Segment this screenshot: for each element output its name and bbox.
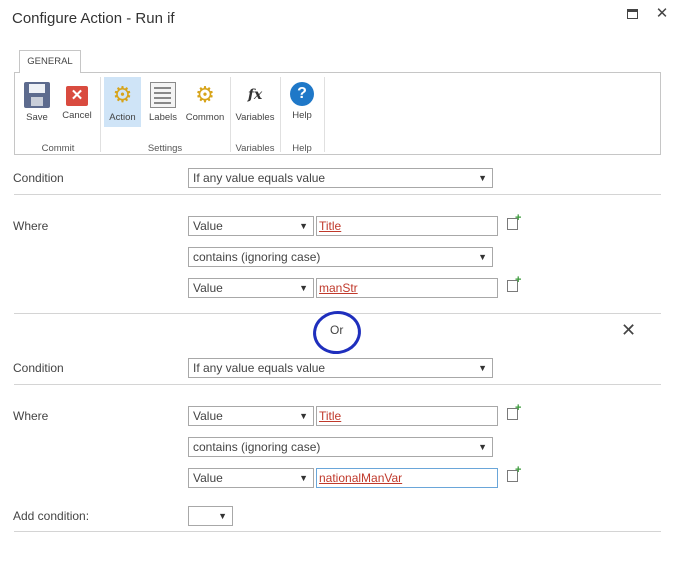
group-divider — [280, 77, 281, 152]
help-button[interactable]: ? Help — [285, 77, 319, 127]
save-icon — [24, 82, 50, 108]
gear-icon: ⚙ — [112, 82, 133, 107]
left-value-input[interactable]: Title — [316, 406, 498, 426]
condition-select-value: If any value equals value — [193, 171, 326, 185]
fx-icon: fx — [247, 87, 263, 103]
ribbon: Save ✕ Cancel Commit ⚙ Action Labels ⚙ C… — [14, 72, 661, 155]
right-value-input[interactable]: manStr — [316, 278, 498, 298]
or-joiner: Or — [330, 323, 344, 337]
group-divider — [100, 77, 101, 152]
condition-label: Condition — [13, 171, 64, 185]
where-label: Where — [13, 409, 49, 423]
left-type-select[interactable]: Value ▼ — [188, 406, 314, 426]
left-value-text: Title — [319, 409, 342, 423]
right-value-input[interactable]: nationalManVar — [316, 468, 498, 488]
labels-button[interactable]: Labels — [145, 77, 181, 127]
action-button[interactable]: ⚙ Action — [104, 77, 141, 127]
insert-reference-icon[interactable] — [507, 212, 521, 230]
chevron-down-icon: ▼ — [478, 252, 487, 262]
group-label-settings: Settings — [147, 143, 183, 154]
cancel-button[interactable]: ✕ Cancel — [59, 77, 95, 127]
operator-select[interactable]: contains (ignoring case) ▼ — [188, 437, 493, 457]
save-button[interactable]: Save — [19, 77, 55, 127]
help-icon: ? — [290, 82, 314, 106]
insert-reference-icon[interactable] — [507, 464, 521, 482]
cancel-label: Cancel — [62, 110, 92, 121]
tab-general[interactable]: GENERAL — [19, 50, 81, 73]
common-label: Common — [185, 112, 225, 123]
insert-reference-icon[interactable] — [507, 274, 521, 292]
where-label: Where — [13, 219, 49, 233]
group-label-variables: Variables — [235, 143, 275, 154]
divider — [14, 531, 661, 532]
condition-select-value: If any value equals value — [193, 361, 326, 375]
dialog-title: Configure Action - Run if — [12, 10, 175, 27]
chevron-down-icon: ▼ — [299, 473, 308, 483]
left-value-text: Title — [319, 219, 342, 233]
variables-label: Variables — [235, 112, 275, 123]
common-button[interactable]: ⚙ Common — [183, 77, 227, 127]
close-icon[interactable]: ✕ — [654, 6, 670, 22]
condition-label: Condition — [13, 361, 64, 375]
action-label: Action — [109, 112, 136, 123]
add-condition-label: Add condition: — [13, 509, 90, 523]
operator-value: contains (ignoring case) — [193, 440, 321, 454]
right-type-select[interactable]: Value ▼ — [188, 468, 314, 488]
cancel-icon: ✕ — [66, 86, 88, 106]
group-label-help: Help — [292, 143, 312, 154]
chevron-down-icon: ▼ — [299, 221, 308, 231]
right-type-value: Value — [193, 281, 223, 295]
right-type-value: Value — [193, 471, 223, 485]
chevron-down-icon: ▼ — [299, 411, 308, 421]
operator-select[interactable]: contains (ignoring case) ▼ — [188, 247, 493, 267]
right-value-text: manStr — [319, 281, 358, 295]
operator-value: contains (ignoring case) — [193, 250, 321, 264]
left-type-value: Value — [193, 409, 223, 423]
labels-label: Labels — [149, 112, 177, 123]
save-label: Save — [26, 112, 48, 123]
add-condition-select[interactable]: ▼ — [188, 506, 233, 526]
condition-select[interactable]: If any value equals value ▼ — [188, 358, 493, 378]
divider — [14, 194, 661, 195]
condition-select[interactable]: If any value equals value ▼ — [188, 168, 493, 188]
chevron-down-icon: ▼ — [299, 283, 308, 293]
variables-button[interactable]: fx Variables — [233, 77, 277, 127]
help-label: Help — [292, 110, 312, 121]
group-divider — [324, 77, 325, 152]
chevron-down-icon: ▼ — [478, 363, 487, 373]
gears-icon: ⚙ — [195, 82, 215, 107]
left-type-select[interactable]: Value ▼ — [188, 216, 314, 236]
group-divider — [230, 77, 231, 152]
right-type-select[interactable]: Value ▼ — [188, 278, 314, 298]
labels-icon — [150, 82, 176, 108]
left-value-input[interactable]: Title — [316, 216, 498, 236]
chevron-down-icon: ▼ — [478, 173, 487, 183]
maximize-icon[interactable] — [624, 6, 640, 22]
group-label-commit: Commit — [41, 143, 75, 154]
left-type-value: Value — [193, 219, 223, 233]
insert-reference-icon[interactable] — [507, 402, 521, 420]
right-value-text: nationalManVar — [319, 471, 403, 485]
chevron-down-icon: ▼ — [218, 511, 227, 521]
divider — [14, 384, 661, 385]
chevron-down-icon: ▼ — [478, 442, 487, 452]
remove-condition-icon[interactable]: ✕ — [621, 321, 636, 339]
